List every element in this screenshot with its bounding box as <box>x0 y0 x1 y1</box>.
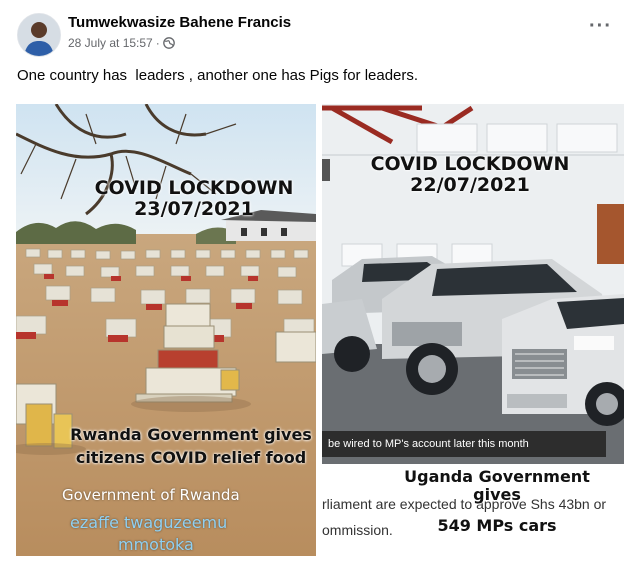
rwanda-heading-line1: COVID LOCKDOWN <box>94 177 294 199</box>
post-caption: One country has leaders , another one ha… <box>17 67 419 84</box>
uganda-caption-line1: Uganda Government gives <box>404 467 590 504</box>
rwanda-watermark-line1: Government of Rwanda <box>62 486 240 504</box>
author-name[interactable]: Tumwekwasize Bahene Francis <box>68 14 291 31</box>
profile-photo <box>18 14 60 56</box>
avatar[interactable] <box>17 13 61 57</box>
more-options-icon[interactable]: ··· <box>589 16 612 36</box>
post-meta: 28 July at 15:57 · <box>68 36 175 50</box>
rwanda-panel: COVID LOCKDOWN 23/07/2021 Rwanda Governm… <box>16 104 316 556</box>
news-ticker: be wired to MP's account later this mont… <box>322 431 606 457</box>
uganda-heading: COVID LOCKDOWN 22/07/2021 <box>370 154 570 196</box>
globe-icon[interactable] <box>162 37 175 49</box>
uganda-panel: COVID LOCKDOWN 22/07/2021 be wired to MP… <box>322 104 624 556</box>
uganda-heading-line1: COVID LOCKDOWN <box>370 153 570 175</box>
rwanda-caption: Rwanda Government gives citizens COVID r… <box>66 426 316 466</box>
post-timestamp[interactable]: 28 July at 15:57 <box>68 36 153 50</box>
rwanda-heading-line2: 23/07/2021 <box>134 197 254 220</box>
post-image[interactable]: COVID LOCKDOWN 23/07/2021 Rwanda Governm… <box>0 100 640 565</box>
uganda-heading-line2: 22/07/2021 <box>410 173 530 196</box>
meta-separator: · <box>155 36 160 50</box>
uganda-caption-line2: 549 MPs cars <box>437 516 557 536</box>
facebook-post: Tumwekwasize Bahene Francis 28 July at 1… <box>0 0 640 565</box>
rwanda-watermark-line3: mmotoka <box>118 535 194 554</box>
rwanda-caption-line2: citizens COVID relief food <box>75 447 307 467</box>
rwanda-watermark-line2: ezaffe twaguzeemu <box>70 513 228 532</box>
uganda-caption: Uganda Government gives 549 MPs cars <box>382 468 612 535</box>
rwanda-heading: COVID LOCKDOWN 23/07/2021 <box>94 178 294 220</box>
rwanda-caption-line1: Rwanda Government gives <box>70 425 312 444</box>
